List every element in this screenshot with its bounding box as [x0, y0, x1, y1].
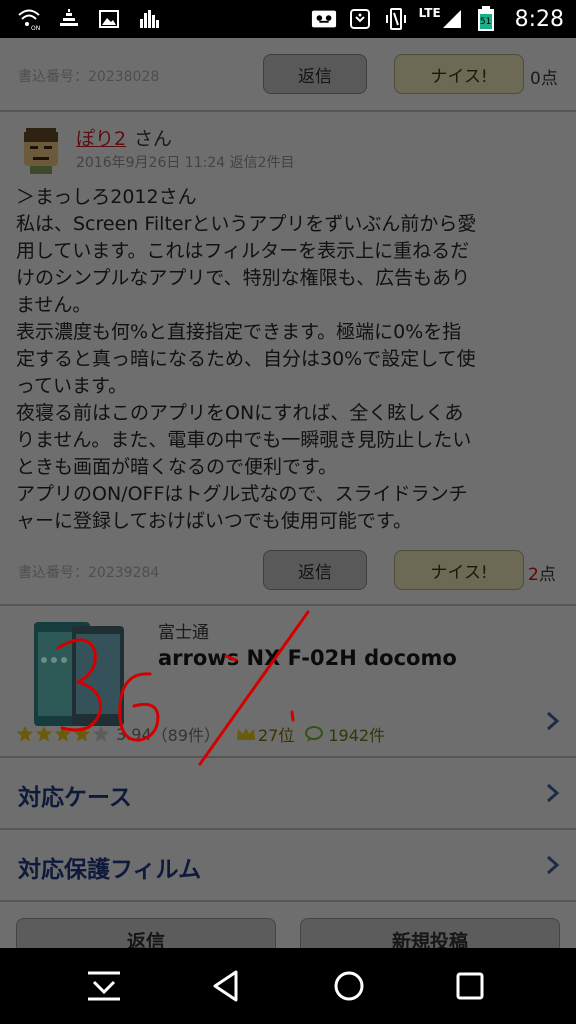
product-maker: 富士通 — [158, 623, 209, 643]
link-cases-label: 対応ケース — [18, 785, 132, 811]
new-post-button[interactable]: 新規投稿 — [300, 918, 560, 948]
recents-button[interactable] — [450, 966, 490, 1006]
star-rating — [16, 725, 110, 743]
link-films[interactable]: 対応保護フィルム — [0, 830, 576, 900]
thread-content[interactable]: 書込番号：20238028 返信 ナイス! 0点 ぽり2 さん 2016年9月2… — [0, 38, 576, 948]
post-footer: 書込番号：20239284 返信 ナイス! 2点 — [0, 548, 576, 594]
rating-value: 3.94 — [116, 724, 152, 744]
star-icon — [16, 725, 34, 742]
voicemail-icon — [311, 6, 337, 32]
svg-text:ON: ON — [31, 25, 40, 31]
rating-count: （89件） — [151, 726, 220, 745]
post-date: 2016年9月26日 11:24 返信2件目 — [76, 155, 295, 171]
divider — [0, 110, 576, 112]
avatar[interactable] — [18, 126, 64, 174]
home-button[interactable] — [329, 966, 369, 1006]
status-bar: ON LTE 51 8:28 — [0, 0, 576, 38]
username-suffix: さん — [134, 128, 173, 150]
reply-button[interactable]: 返信 — [263, 54, 367, 94]
nice-button[interactable]: ナイス! — [394, 550, 524, 590]
navigation-bar — [0, 948, 576, 1024]
collapse-down-icon — [88, 971, 120, 1001]
clock: 8:28 — [514, 6, 564, 32]
review-count: 1942件 — [304, 722, 385, 746]
back-button[interactable] — [206, 966, 246, 1006]
post-line: アプリのON/OFFはトグル式なので、スライドランチ — [16, 483, 468, 505]
hide-navbar-button[interactable] — [84, 966, 124, 1006]
post-line: ません。 — [16, 294, 92, 316]
post-line: 用しています。これはフィルターを表示上に重ねるだ — [16, 240, 470, 262]
speech-bubble-icon — [305, 726, 324, 742]
bottom-reply-button[interactable]: 返信 — [16, 918, 276, 948]
divider — [0, 900, 576, 902]
post-line: っています。 — [16, 375, 128, 397]
recents-square-icon — [456, 972, 484, 1000]
nice-score: 2点 — [528, 565, 556, 585]
post-line: ャーに登録しておけばいつでも使用可能です。 — [16, 510, 412, 532]
product-model[interactable]: arrows NX F-02H docomo — [158, 646, 457, 670]
post-line: ＞まっしろ2012さん — [16, 186, 197, 208]
post-line: 表示濃度も何%と直接指定できます。極端に0%を指 — [16, 321, 462, 343]
wifi-on-icon: ON — [16, 6, 42, 32]
home-circle-icon — [334, 971, 364, 1001]
rank: 27位 — [236, 722, 294, 746]
post-body: ＞まっしろ2012さん 私は、Screen Filterというアプリをずいぶん前… — [16, 184, 564, 535]
post-line: 私は、Screen Filterというアプリをずいぶん前から愛 — [16, 213, 477, 235]
chevron-right-icon — [544, 854, 562, 876]
nice-button[interactable]: ナイス! — [394, 54, 524, 94]
rating-row: 3.94 （89件） 27位 1942件 — [16, 722, 385, 746]
product-card[interactable]: 富士通 arrows NX F-02H docomo 3.94 （89件） 27… — [0, 606, 576, 756]
back-triangle-icon — [213, 970, 238, 1002]
chevron-right-icon — [544, 782, 562, 804]
post-line: 定すると真っ暗になるため、自分は30%で設定して使 — [16, 348, 476, 370]
username-link[interactable]: ぽり2 — [76, 124, 126, 151]
post-line: ときも画面が暗くなるので便利です。 — [16, 456, 338, 478]
vibrate-icon — [383, 6, 409, 32]
alarm-icon — [347, 6, 373, 32]
nice-score: 0点 — [530, 69, 558, 89]
link-films-label: 対応保護フィルム — [18, 857, 202, 883]
lte-signal-icon: LTE — [419, 6, 463, 32]
link-cases[interactable]: 対応ケース — [0, 758, 576, 828]
post-number: 書込番号：20239284 — [18, 565, 160, 581]
star-icon — [73, 725, 91, 742]
star-icon — [54, 725, 72, 742]
post-line: けのシンプルなアプリで、特別な権限も、広告もあり — [16, 267, 471, 289]
battery-icon: 51 — [473, 6, 499, 32]
chevron-right-icon — [544, 710, 562, 732]
post-line: 夜寝る前はこのアプリをONにすれば、全く眩しくあ — [16, 402, 464, 424]
signal-meter-icon — [56, 6, 82, 32]
product-phone-image — [32, 620, 126, 730]
crown-icon — [237, 728, 255, 740]
equalizer-icon — [136, 6, 162, 32]
image-icon — [96, 6, 122, 32]
prev-post-footer: 書込番号：20238028 返信 ナイス! 0点 — [0, 52, 576, 98]
reply-button[interactable]: 返信 — [263, 550, 367, 590]
star-empty-icon — [92, 725, 110, 742]
star-icon — [35, 725, 53, 742]
post-number: 書込番号：20238028 — [18, 69, 160, 85]
post-line: りません。また、電車の中でも一瞬覗き見防止したい — [16, 429, 472, 451]
